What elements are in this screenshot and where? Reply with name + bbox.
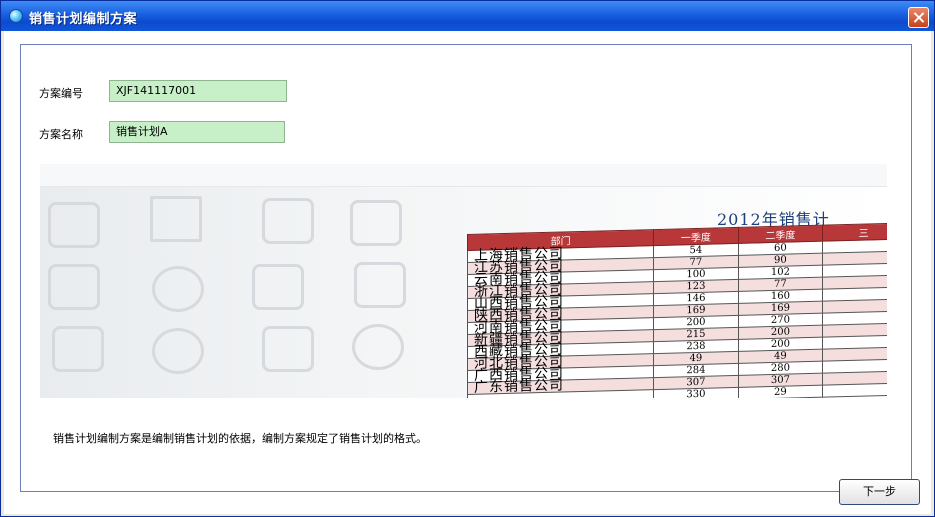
plan-code-label: 方案编号 [39,87,83,100]
plan-code-field[interactable]: XJF141117001 [109,80,287,102]
contact-card-icon [48,202,100,248]
calendar-icon [252,264,304,310]
value-cell: 29 [738,385,823,398]
banner-image: 2012年销售计 部门 一季度 二季度 三 上海销售公司 54 60 江苏销售公… [40,164,887,398]
content-panel: 方案编号 XJF141117001 方案名称 销售计划A 2012年销售计 部门… [20,44,920,505]
next-step-button[interactable]: 下一步 [839,479,920,505]
client-area: 方案编号 XJF141117001 方案名称 销售计划A 2012年销售计 部门… [4,31,931,514]
spreadsheet-illustration: 2012年销售计 部门 一季度 二季度 三 上海销售公司 54 60 江苏销售公… [465,184,887,398]
bar-chart-icon [150,196,202,242]
telephone-icon [152,328,204,374]
briefcase-user-icon [350,200,402,246]
dialog-window: 销售计划编制方案 方案编号 XJF141117001 方案名称 销售计划A 20… [0,0,935,517]
plan-name-label: 方案名称 [39,128,83,141]
calculator-icon [52,326,104,372]
dollar-document-icon [262,326,314,372]
sales-table: 部门 一季度 二季度 三 上海销售公司 54 60 江苏销售公司 77 90 云南销售公司 1… [467,223,887,398]
close-button[interactable] [908,7,929,28]
table-body: 上海销售公司 54 60 江苏销售公司 77 90 云南销售公司 100 102 浙江销售公司 12… [467,239,887,398]
window-title: 销售计划编制方案 [29,12,138,27]
plan-name-field[interactable]: 销售计划A [109,121,285,143]
target-icon [352,324,404,370]
value-cell: 330 [653,387,739,398]
header-cell: 三 [822,223,887,242]
app-icon [9,9,23,23]
mail-icon [48,264,100,310]
description-text: 销售计划编制方案是编制销售计划的依据，编制方案规定了销售计划的格式。 [53,432,427,445]
coins-icon [152,266,204,312]
checklist-icon [262,198,314,244]
title-bar[interactable]: 销售计划编制方案 [1,1,934,31]
value-cell [822,383,887,398]
clip-notebook-icon [354,262,406,308]
